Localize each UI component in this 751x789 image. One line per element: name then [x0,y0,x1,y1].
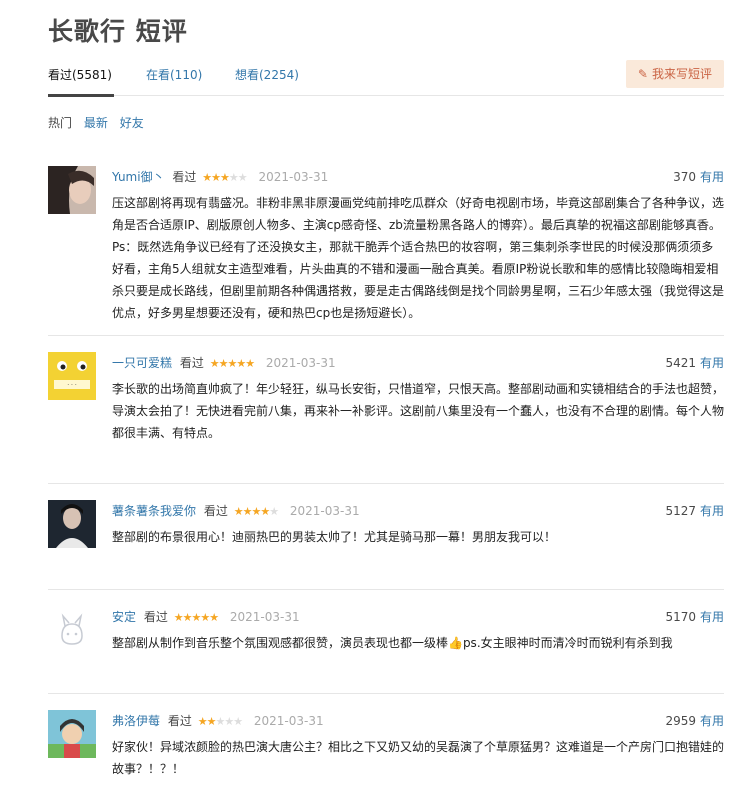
comment-username[interactable]: 弗洛伊莓 [112,714,160,728]
star-empty-icon: ★ [237,171,248,184]
pencil-icon: ✎ [637,67,648,81]
vote-count: 370 [673,170,696,184]
tab-want-to-watch[interactable]: 想看(2254) [235,66,299,83]
star-filled-icon: ★ [191,611,201,624]
svg-text:· · ·: · · · [67,382,77,389]
vote-count: 2959 [665,714,696,728]
star-filled-icon: ★ [197,715,208,728]
comment-username[interactable]: Yumi御丶 [112,170,165,184]
rating-stars: ★★★★★ [202,169,248,187]
comment-username[interactable]: 薯条薯条我爱你 [112,504,196,518]
tab-watched[interactable]: 看过(5581) [48,66,112,83]
useful-button[interactable]: 有用 [700,714,724,728]
rating-stars: ★★★★★ [233,503,279,521]
star-filled-icon: ★ [245,357,255,370]
star-empty-icon: ★ [269,505,279,518]
star-filled-icon: ★ [173,611,184,624]
avatar[interactable] [48,166,96,214]
page-title: 长歌行 短评 [48,17,188,46]
comment-time: 2021-03-31 [265,356,336,370]
sort-filters: 热门 最新 好友 [48,114,152,131]
comment-text: 整部剧的布景很用心！迪丽热巴的男装太帅了！尤其是骑马那一幕！男朋友我可以！ [112,530,557,544]
vote-count: 5170 [665,610,696,624]
comment-item: 薯条薯条我爱你 看过 ★★★★★ 2021-03-31 5127 有用 整部剧的布… [48,484,724,590]
filter-hot[interactable]: 热门 [48,116,72,130]
comment-list: Yumi御丶 看过 ★★★★★ 2021-03-31 370 有用 压这部剧将再现… [48,150,724,789]
star-filled-icon: ★ [251,505,261,518]
avatar[interactable] [48,606,96,654]
comment-item: 弗洛伊莓 看过 ★★★★★ 2021-03-31 2959 有用 好家伙！异域浓颜… [48,694,724,789]
comment-item: 安定 看过 ★★★★★ 2021-03-31 5170 有用 整部剧从制作到音乐整… [48,590,724,694]
comment-time: 2021-03-31 [289,504,360,518]
star-empty-icon: ★ [215,715,225,728]
avatar[interactable] [48,500,96,548]
comment-header: Yumi御丶 看过 ★★★★★ 2021-03-31 370 有用 [112,168,724,186]
star-empty-icon: ★ [228,171,239,184]
comment-time: 2021-03-31 [258,170,329,184]
watch-status: 看过 [143,610,168,624]
useful-button[interactable]: 有用 [700,170,724,184]
comment-time: 2021-03-31 [229,610,300,624]
status-tabs: 看过(5581) 在看(110) 想看(2254) ✎ 我来写短评 [48,60,724,97]
star-empty-icon: ★ [224,715,234,728]
filter-friends[interactable]: 好友 [120,116,144,130]
tab-watching[interactable]: 在看(110) [146,66,202,83]
star-filled-icon: ★ [227,357,237,370]
useful-button[interactable]: 有用 [700,356,724,370]
comment-text: 李长歌的出场简直帅疯了！年少轻狂，纵马长安街，只惜道窄，只恨天高。整部剧动画和实… [112,382,725,440]
comment-header: 薯条薯条我爱你 看过 ★★★★★ 2021-03-31 5127 有用 [112,502,724,520]
write-review-button[interactable]: ✎ 我来写短评 [625,60,724,88]
comment-header: 弗洛伊莓 看过 ★★★★★ 2021-03-31 2959 有用 [112,712,724,730]
comment-header: 安定 看过 ★★★★★ 2021-03-31 5170 有用 [112,608,724,626]
filter-latest[interactable]: 最新 [84,116,108,130]
star-filled-icon: ★ [209,611,219,624]
star-empty-icon: ★ [233,715,243,728]
comment-item: Yumi御丶 看过 ★★★★★ 2021-03-31 370 有用 压这部剧将再现… [48,150,724,336]
comment-text: 好家伙！异域浓颜脸的热巴演大唐公主？相比之下又奶又幼的吴磊演了个草原猛男？这难道… [112,740,725,776]
avatar[interactable]: · · · [48,352,96,400]
comment-item: · · · 一只可爱糕 看过 ★★★★★ 2021-03-31 5421 有用 李… [48,336,724,484]
watch-status: 看过 [179,356,204,370]
star-filled-icon: ★ [209,357,220,370]
useful-button[interactable]: 有用 [700,610,724,624]
comment-username[interactable]: 安定 [112,610,136,624]
comment-username[interactable]: 一只可爱糕 [112,356,172,370]
avatar[interactable] [48,710,96,758]
rating-stars: ★★★★★ [173,609,219,627]
watch-status: 看过 [203,504,228,518]
write-review-label: 我来写短评 [651,67,712,81]
vote-count: 5127 [665,504,696,518]
rating-stars: ★★★★★ [197,713,243,731]
watch-status: 看过 [167,714,192,728]
star-filled-icon: ★ [211,171,221,184]
comment-header: 一只可爱糕 看过 ★★★★★ 2021-03-31 5421 有用 [112,354,724,372]
comment-time: 2021-03-31 [253,714,324,728]
useful-button[interactable]: 有用 [700,504,724,518]
vote-count: 5421 [665,356,696,370]
star-filled-icon: ★ [236,357,246,370]
star-filled-icon: ★ [233,505,244,518]
active-tab-indicator [48,94,114,97]
watch-status: 看过 [172,170,197,184]
comment-text: 压这部剧将再现有翡盛况。非粉非黑非原漫画党纯前排吃瓜群众（好奇电视剧市场，毕竟这… [112,196,725,320]
star-filled-icon: ★ [202,171,212,184]
star-filled-icon: ★ [200,611,210,624]
star-filled-icon: ★ [220,171,230,184]
rating-stars: ★★★★★ [209,355,255,373]
star-filled-icon: ★ [260,505,270,518]
comment-text: 整部剧从制作到音乐整个氛围观感都很赞，演员表现也都一级棒👍ps.女主眼神时而清冷… [112,636,673,650]
